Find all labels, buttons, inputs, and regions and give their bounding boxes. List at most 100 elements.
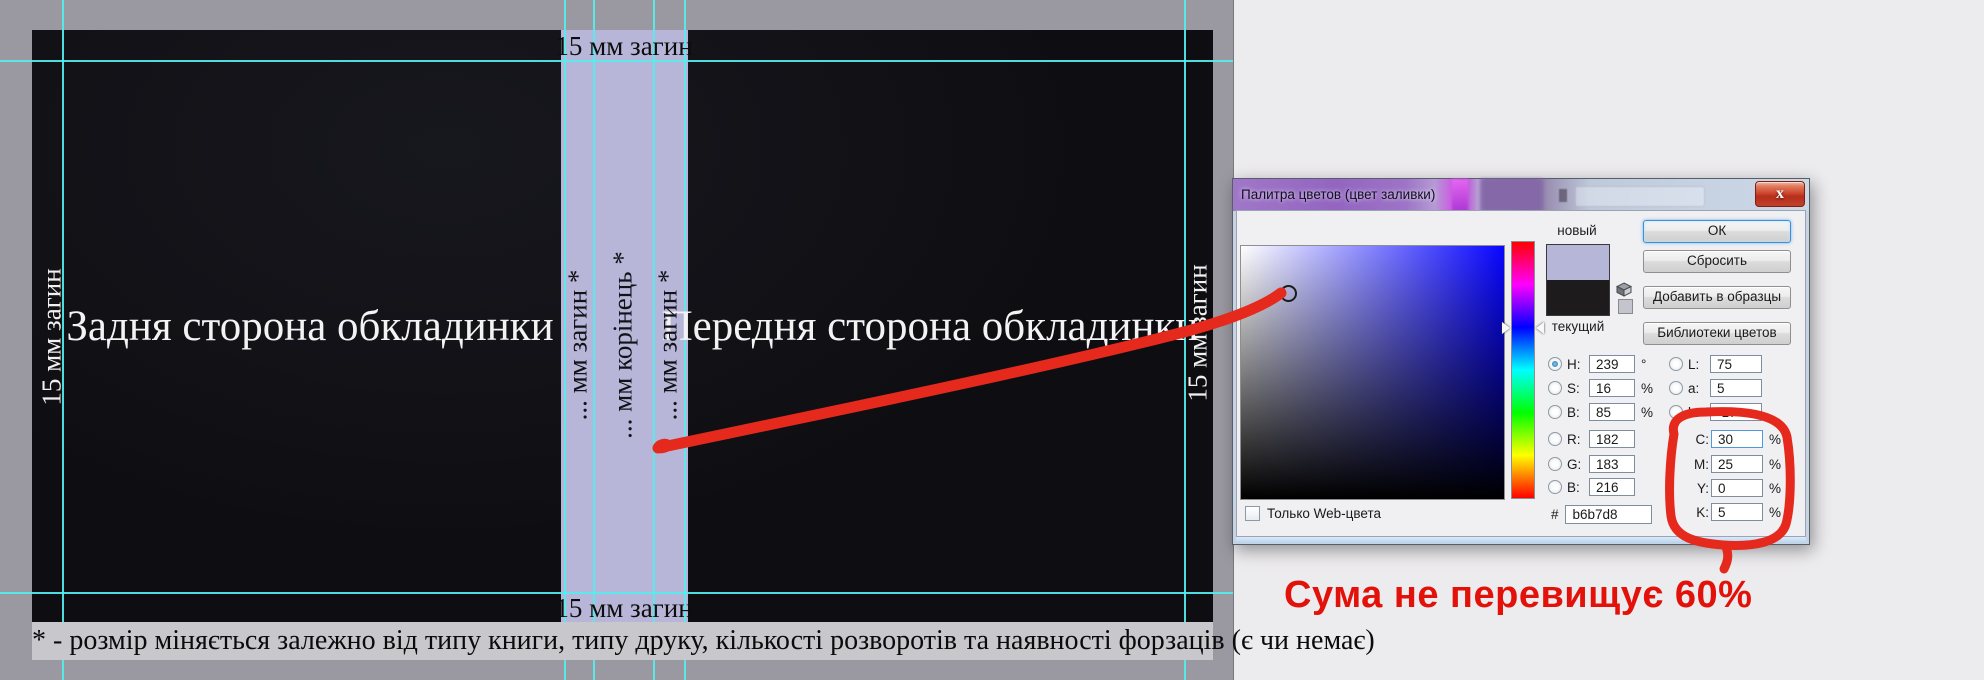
field-label: B: bbox=[1567, 480, 1589, 495]
field-label: S: bbox=[1567, 381, 1589, 396]
h-field[interactable]: 239 bbox=[1589, 355, 1635, 373]
field-row-y: Y: 0 % bbox=[1691, 479, 1781, 497]
radio-h[interactable] bbox=[1548, 357, 1562, 371]
glass-artifact bbox=[1452, 179, 1468, 211]
field-label: Y: bbox=[1691, 481, 1709, 496]
bottom-fold-label: 15 мм загин bbox=[555, 593, 692, 624]
web-safe-color-swatch[interactable] bbox=[1618, 299, 1633, 314]
ghost-window-artifact bbox=[1575, 186, 1705, 207]
k-field[interactable]: 5 bbox=[1711, 503, 1763, 521]
field-unit: % bbox=[1769, 432, 1781, 447]
annotation-note: Сума не перевищує 60% bbox=[1284, 574, 1752, 617]
glass-artifact bbox=[1481, 179, 1543, 211]
screenshot-root: 15 мм загин 15 мм загин 15 мм загин 15 м… bbox=[0, 0, 1984, 680]
dialog-bottom-glass bbox=[1236, 537, 1806, 543]
m-field[interactable]: 25 bbox=[1711, 455, 1763, 473]
field-row-b: B: 85 % bbox=[1548, 403, 1653, 421]
gamut-warning-cube-icon[interactable] bbox=[1616, 282, 1632, 297]
current-color-swatch bbox=[1547, 280, 1609, 315]
web-only-label: Только Web-цвета bbox=[1267, 506, 1381, 521]
field-label: C: bbox=[1691, 432, 1709, 447]
field-row-s: S: 16 % bbox=[1548, 379, 1653, 397]
field-label: B: bbox=[1567, 405, 1589, 420]
radio-s[interactable] bbox=[1548, 381, 1562, 395]
add-to-swatches-button[interactable]: Добавить в образцы bbox=[1643, 286, 1791, 309]
field-row-b2: B: 216 bbox=[1548, 478, 1635, 496]
field-label: G: bbox=[1567, 457, 1589, 472]
field-unit: ° bbox=[1641, 357, 1646, 372]
field-row-h: H: 239 ° bbox=[1548, 355, 1646, 373]
hex-field[interactable]: b6b7d8 bbox=[1565, 505, 1652, 524]
back-cover-title: Задня сторона обкладинки bbox=[66, 302, 553, 351]
b2-field[interactable]: 216 bbox=[1589, 478, 1635, 496]
footnote-text: * - розмір міняється залежно від типу кн… bbox=[32, 622, 1213, 660]
hex-prefix: # bbox=[1551, 507, 1559, 522]
field-unit: % bbox=[1769, 505, 1781, 520]
hex-row: # b6b7d8 bbox=[1551, 505, 1652, 523]
radio-r[interactable] bbox=[1548, 432, 1562, 446]
dialog-titlebar[interactable]: Палитра цветов (цвет заливки) x bbox=[1233, 179, 1809, 211]
web-only-row: Только Web-цвета bbox=[1245, 504, 1381, 522]
field-label: R: bbox=[1567, 432, 1589, 447]
field-label: M: bbox=[1691, 457, 1709, 472]
color-picker-dialog: Палитра цветов (цвет заливки) x новый те… bbox=[1232, 178, 1810, 545]
current-color-label: текущий bbox=[1533, 319, 1623, 334]
r-field[interactable]: 182 bbox=[1589, 430, 1635, 448]
glass-artifact bbox=[1559, 189, 1567, 202]
field-unit: % bbox=[1769, 457, 1781, 472]
top-fold-label: 15 мм загин bbox=[555, 31, 692, 62]
radio-l[interactable] bbox=[1669, 357, 1683, 371]
spine-fold-left-label: ... мм загин * bbox=[563, 270, 594, 421]
g-field[interactable]: 183 bbox=[1589, 455, 1635, 473]
new-current-swatch bbox=[1546, 244, 1610, 316]
y-field[interactable]: 0 bbox=[1711, 479, 1763, 497]
spine-fold-right-label: ... мм загин * bbox=[653, 270, 684, 421]
field-label: L: bbox=[1688, 357, 1710, 372]
field-row-k: K: 5 % bbox=[1691, 503, 1781, 521]
color-field-marker[interactable] bbox=[1280, 285, 1297, 302]
radio-b2[interactable] bbox=[1548, 480, 1562, 494]
hue-slider-arrow-left[interactable] bbox=[1502, 322, 1510, 334]
field-row-r: R: 182 bbox=[1548, 430, 1635, 448]
field-label: K: bbox=[1691, 505, 1709, 520]
spine-width-label: ... мм корінець * bbox=[608, 251, 639, 439]
l-field[interactable]: 75 bbox=[1710, 355, 1762, 373]
field-label: a: bbox=[1688, 381, 1710, 396]
a-field[interactable]: 5 bbox=[1710, 379, 1762, 397]
close-icon: x bbox=[1776, 185, 1784, 202]
field-row-m: M: 25 % bbox=[1691, 455, 1781, 473]
field-unit: % bbox=[1641, 405, 1653, 420]
b-field[interactable]: 85 bbox=[1589, 403, 1635, 421]
front-cover-title: Передня сторона обкладинки bbox=[662, 302, 1199, 351]
s-field[interactable]: 16 bbox=[1589, 379, 1635, 397]
dialog-title: Палитра цветов (цвет заливки) bbox=[1241, 179, 1435, 211]
left-fold-label: 15 мм загин bbox=[37, 268, 68, 405]
radio-b[interactable] bbox=[1548, 405, 1562, 419]
c-field[interactable]: 30 bbox=[1711, 430, 1763, 448]
document-workspace: 15 мм загин 15 мм загин 15 мм загин 15 м… bbox=[0, 0, 1234, 680]
lab-b-field[interactable]: -17 bbox=[1710, 403, 1762, 421]
new-color-label: новый bbox=[1532, 223, 1622, 238]
reset-button[interactable]: Сбросить bbox=[1643, 250, 1791, 273]
field-row-g: G: 183 bbox=[1548, 455, 1635, 473]
hue-slider[interactable] bbox=[1511, 241, 1535, 499]
field-row-c: C: 30 % bbox=[1691, 430, 1781, 448]
color-libraries-button[interactable]: Библиотеки цветов bbox=[1643, 322, 1791, 345]
red-circle-tail bbox=[1724, 547, 1728, 569]
field-row-lab-b: b: -17 bbox=[1669, 403, 1762, 421]
radio-a[interactable] bbox=[1669, 381, 1683, 395]
field-unit: % bbox=[1769, 481, 1781, 496]
web-only-checkbox[interactable] bbox=[1245, 506, 1260, 521]
field-row-a: a: 5 bbox=[1669, 379, 1762, 397]
new-color-swatch bbox=[1547, 245, 1609, 280]
field-label: H: bbox=[1567, 357, 1589, 372]
color-field[interactable] bbox=[1240, 245, 1505, 500]
field-row-l: L: 75 bbox=[1669, 355, 1762, 373]
close-button[interactable]: x bbox=[1755, 181, 1805, 207]
radio-lab-b[interactable] bbox=[1669, 405, 1683, 419]
field-unit: % bbox=[1641, 381, 1653, 396]
field-label: b: bbox=[1688, 405, 1710, 420]
footnote-bar: * - розмір міняється залежно від типу кн… bbox=[32, 622, 1213, 660]
radio-g[interactable] bbox=[1548, 457, 1562, 471]
ok-button[interactable]: ОК bbox=[1643, 220, 1791, 243]
